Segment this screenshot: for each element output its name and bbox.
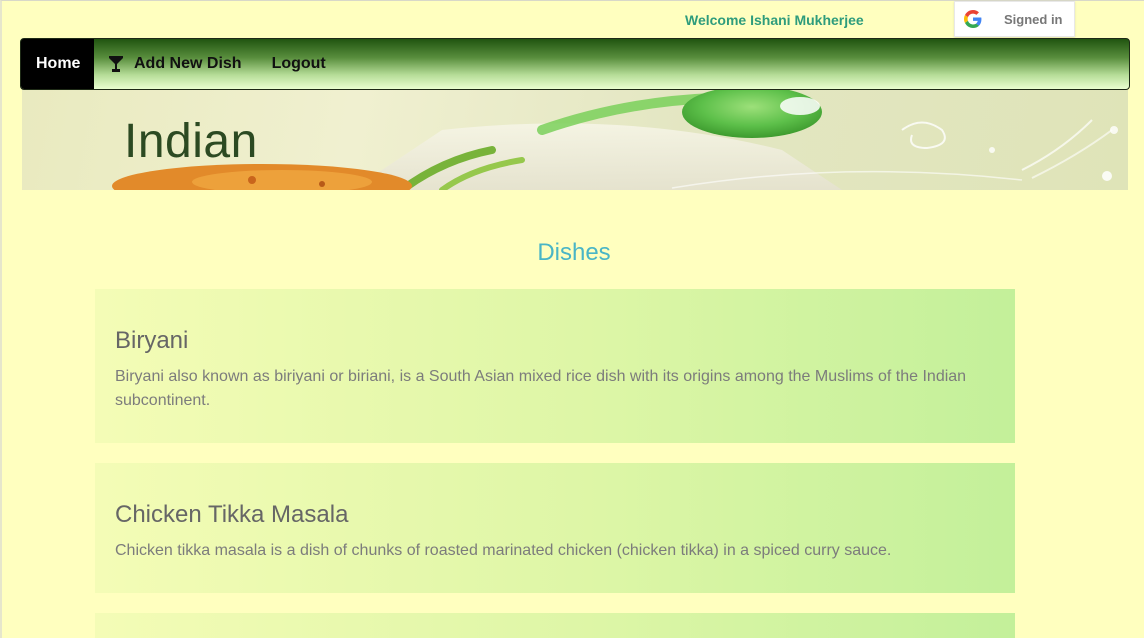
section-title: Dishes bbox=[537, 239, 611, 266]
cuisine-title: Indian bbox=[124, 115, 258, 168]
dish-description: Biryani also known as biriyani or birian… bbox=[115, 368, 967, 409]
nav-add-new-dish[interactable]: Add New Dish bbox=[94, 39, 257, 89]
dish-name: Chicken Tikka Masala bbox=[115, 501, 349, 528]
cocktail-glass-icon bbox=[109, 56, 123, 72]
nav-add-new-dish-label: Add New Dish bbox=[134, 55, 242, 72]
nav-home[interactable]: Home bbox=[21, 39, 94, 89]
dish-card[interactable]: Chicken Tikka Masala Chicken tikka masal… bbox=[95, 463, 1015, 593]
nav-logout[interactable]: Logout bbox=[257, 39, 341, 89]
page: Welcome Ishani Mukherjee Signed in Home … bbox=[0, 0, 1144, 638]
dish-name: Biryani bbox=[115, 327, 189, 354]
dish-card[interactable]: Biryani Biryani also known as biriyani o… bbox=[95, 289, 1015, 443]
google-signin-button[interactable]: Signed in bbox=[954, 1, 1075, 37]
cuisine-banner: Indian bbox=[22, 90, 1128, 190]
dish-card-partial[interactable] bbox=[95, 613, 1015, 638]
welcome-message: Welcome Ishani Mukherjee bbox=[685, 12, 864, 28]
dish-description: Chicken tikka masala is a dish of chunks… bbox=[115, 542, 892, 559]
main-navbar: Home Add New Dish Logout bbox=[20, 38, 1130, 90]
nav-logout-label: Logout bbox=[271, 55, 326, 72]
nav-home-label: Home bbox=[36, 55, 81, 72]
google-signin-label: Signed in bbox=[1004, 11, 1063, 27]
google-g-icon bbox=[964, 10, 982, 28]
